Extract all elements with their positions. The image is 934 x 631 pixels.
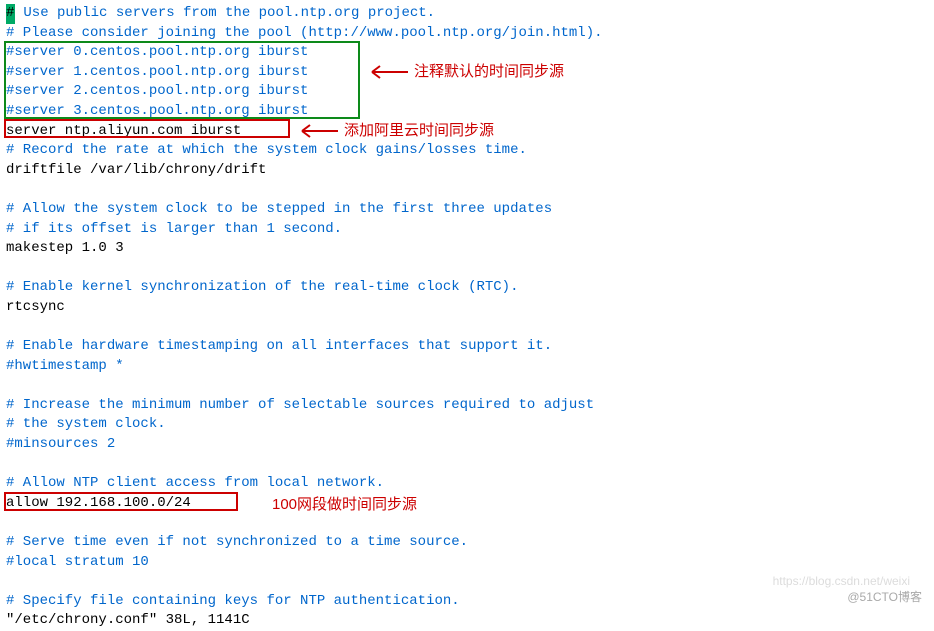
annotation-default-servers: 注释默认的时间同步源: [366, 61, 564, 82]
code-line: # Allow NTP client access from local net…: [6, 474, 928, 494]
code-line: [6, 180, 928, 200]
code-line: #hwtimestamp *: [6, 357, 928, 377]
code-line: # the system clock.: [6, 415, 928, 435]
code-line: # if its offset is larger than 1 second.: [6, 220, 928, 240]
code-line: # Use public servers from the pool.ntp.o…: [6, 4, 928, 24]
arrow-left-icon: [296, 123, 338, 139]
code-line: #server 0.centos.pool.ntp.org iburst: [6, 43, 928, 63]
code-line: [6, 318, 928, 338]
code-line: # Enable kernel synchronization of the r…: [6, 278, 928, 298]
code-line: [6, 259, 928, 279]
code-line: [6, 455, 928, 475]
arrow-left-icon: [366, 64, 408, 80]
annotation-text: 100网段做时间同步源: [272, 494, 417, 515]
code-line: allow 192.168.100.0/24: [6, 494, 928, 514]
code-line: #minsources 2: [6, 435, 928, 455]
annotation-aliyun-server: 添加阿里云时间同步源: [296, 120, 494, 141]
code-line: # Please consider joining the pool (http…: [6, 24, 928, 44]
code-line: makestep 1.0 3: [6, 239, 928, 259]
code-editor-view: # Use public servers from the pool.ntp.o…: [6, 4, 928, 631]
code-line: "/etc/chrony.conf" 38L, 1141C: [6, 611, 928, 631]
code-line: [6, 376, 928, 396]
code-line: # Specify file containing keys for NTP a…: [6, 592, 928, 612]
cursor: #: [6, 4, 15, 24]
code-line: [6, 513, 928, 533]
annotation-text: 注释默认的时间同步源: [414, 61, 564, 82]
watermark-url: https://blog.csdn.net/weixi: [773, 573, 910, 590]
code-line: driftfile /var/lib/chrony/drift: [6, 161, 928, 181]
annotation-text: 添加阿里云时间同步源: [344, 120, 494, 141]
code-line: rtcsync: [6, 298, 928, 318]
code-line: # Serve time even if not synchronized to…: [6, 533, 928, 553]
code-line: #local stratum 10: [6, 553, 928, 573]
watermark-credit: @51CTO博客: [847, 589, 922, 606]
code-line: # Enable hardware timestamping on all in…: [6, 337, 928, 357]
code-line: # Record the rate at which the system cl…: [6, 141, 928, 161]
code-line: # Allow the system clock to be stepped i…: [6, 200, 928, 220]
code-line: # Increase the minimum number of selecta…: [6, 396, 928, 416]
code-line: #server 3.centos.pool.ntp.org iburst: [6, 102, 928, 122]
code-line: #server 2.centos.pool.ntp.org iburst: [6, 82, 928, 102]
annotation-allow-network: 100网段做时间同步源: [272, 494, 417, 515]
